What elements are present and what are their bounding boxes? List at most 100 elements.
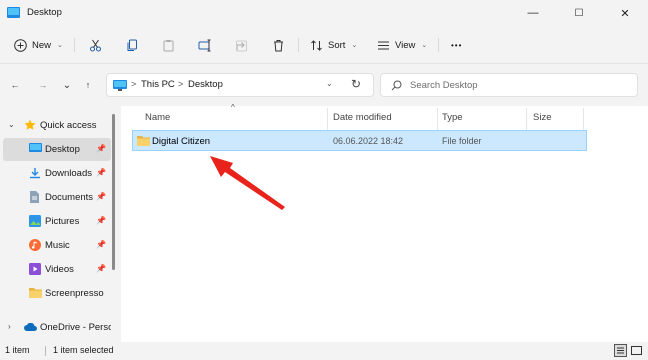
breadcrumb-separator: > — [178, 79, 184, 89]
column-divider[interactable] — [437, 108, 438, 132]
column-divider[interactable] — [327, 108, 328, 132]
onedrive-cloud-icon — [24, 323, 37, 331]
sidebar-item-videos[interactable]: Videos 📌 — [3, 258, 111, 281]
sidebar-item-documents[interactable]: Documents 📌 — [3, 186, 111, 209]
this-pc-icon — [113, 80, 127, 91]
address-bar[interactable]: > This PC > Desktop ⌄ ↻ — [106, 73, 374, 97]
sidebar-item-screenpresso[interactable]: Screenpresso — [3, 282, 111, 305]
documents-icon — [30, 191, 39, 203]
item-count: 1 item — [5, 345, 30, 355]
details-view-button[interactable] — [614, 344, 627, 357]
sort-label: Sort — [328, 39, 346, 51]
column-header-name[interactable]: Name — [145, 112, 170, 123]
toolbar-divider — [298, 38, 299, 52]
downloads-icon — [30, 168, 40, 179]
column-header-size[interactable]: Size — [533, 112, 551, 123]
scissors-icon — [90, 39, 101, 51]
view-lines-icon — [378, 41, 389, 49]
title-bar: Desktop — ☐ ✕ — [0, 0, 648, 26]
recent-locations-button[interactable]: ⌄ — [58, 75, 76, 95]
column-header-type[interactable]: Type — [442, 112, 463, 123]
pin-icon: 📌 — [96, 240, 106, 249]
address-dropdown-icon[interactable]: ⌄ — [326, 79, 333, 88]
sidebar-quick-access[interactable]: ⌄ Quick access — [3, 114, 111, 137]
file-explorer-app-icon — [7, 7, 20, 18]
sidebar-item-downloads[interactable]: Downloads 📌 — [3, 162, 111, 185]
pin-icon: 📌 — [96, 192, 106, 201]
minimize-button[interactable]: — — [510, 0, 556, 26]
column-divider[interactable] — [526, 108, 527, 132]
view-label: View — [395, 39, 416, 51]
annotation-arrow-icon — [210, 156, 285, 210]
rename-button[interactable] — [198, 33, 212, 57]
delete-button[interactable] — [272, 33, 285, 57]
chevron-down-icon: ⌄ — [57, 42, 63, 49]
close-button[interactable]: ✕ — [602, 0, 648, 26]
breadcrumb-this-pc[interactable]: This PC — [141, 79, 175, 90]
table-row[interactable]: Digital Citizen 06.06.2022 18:42 File fo… — [132, 130, 587, 151]
sidebar-item-label: Documents — [45, 192, 94, 203]
file-list: ^ Name Date modified Type Size Digital C… — [121, 103, 648, 342]
new-label: New — [32, 39, 52, 51]
sort-button[interactable]: Sort ⌄ — [310, 33, 357, 57]
sidebar-item-music[interactable]: Music 📌 — [3, 234, 111, 257]
trash-icon — [274, 39, 283, 51]
sidebar-item-onedrive[interactable]: › OneDrive - Perso — [3, 316, 111, 339]
refresh-icon[interactable]: ↻ — [351, 77, 361, 91]
sidebar-item-label: Desktop — [45, 144, 80, 155]
search-box[interactable]: Search Desktop — [380, 73, 638, 97]
copy-button[interactable] — [126, 33, 139, 57]
music-icon — [29, 239, 41, 251]
clipboard-icon — [163, 39, 174, 51]
toolbar-divider — [74, 38, 75, 52]
toolbar-divider — [438, 38, 439, 52]
view-button[interactable]: View ⌄ — [377, 33, 427, 57]
sidebar-item-pictures[interactable]: Pictures 📌 — [3, 210, 111, 233]
sidebar-item-label: Screenpresso — [45, 288, 104, 299]
tiles-view-icon — [631, 346, 642, 355]
chevron-down-icon: ⌄ — [421, 42, 428, 49]
folder-icon — [29, 288, 42, 298]
copy-icon — [127, 39, 137, 51]
sidebar-item-desktop[interactable]: Desktop 📌 — [3, 138, 111, 161]
videos-icon — [29, 263, 41, 275]
forward-button[interactable]: → — [34, 75, 52, 95]
file-type: File folder — [442, 136, 482, 146]
breadcrumb-separator: > — [131, 79, 137, 89]
pin-icon: 📌 — [96, 216, 106, 225]
back-button[interactable]: ← — [6, 75, 24, 95]
column-header-date[interactable]: Date modified — [333, 112, 392, 123]
up-button[interactable]: ↑ — [79, 75, 97, 95]
chevron-down-icon: ⌄ — [351, 42, 358, 49]
paste-button[interactable] — [162, 33, 175, 57]
folder-icon — [137, 136, 150, 146]
chevron-down-icon[interactable]: ⌄ — [8, 120, 15, 129]
status-divider — [45, 346, 46, 356]
tiles-view-button[interactable] — [630, 344, 643, 357]
sidebar-item-label: Pictures — [45, 216, 80, 227]
desktop-icon — [29, 143, 42, 152]
column-divider[interactable] — [583, 108, 584, 132]
star-icon — [24, 119, 36, 130]
pictures-icon — [29, 215, 41, 227]
window-title: Desktop — [27, 7, 62, 18]
sidebar-scrollbar[interactable] — [112, 114, 115, 270]
pin-icon: 📌 — [96, 168, 106, 177]
command-bar: New ⌄ Sort ⌄ View ⌄ ••• — [0, 26, 648, 64]
sidebar-item-label: Downloads — [45, 168, 92, 179]
selected-count: 1 item selected — [53, 345, 114, 355]
share-icon — [236, 40, 247, 51]
file-date: 06.06.2022 18:42 — [333, 136, 404, 146]
maximize-button[interactable]: ☐ — [556, 0, 602, 26]
more-options-button[interactable]: ••• — [451, 33, 462, 57]
pin-icon: 📌 — [96, 144, 106, 153]
chevron-right-icon[interactable]: › — [8, 322, 11, 331]
share-button[interactable] — [235, 33, 248, 57]
pin-icon: 📌 — [96, 264, 106, 273]
cut-button[interactable] — [89, 33, 102, 57]
file-name[interactable]: Digital Citizen — [152, 136, 210, 147]
rename-icon — [198, 39, 211, 51]
onedrive-label: OneDrive - Perso — [40, 322, 111, 333]
new-button[interactable]: New ⌄ — [14, 33, 63, 57]
breadcrumb-desktop[interactable]: Desktop — [188, 79, 223, 90]
